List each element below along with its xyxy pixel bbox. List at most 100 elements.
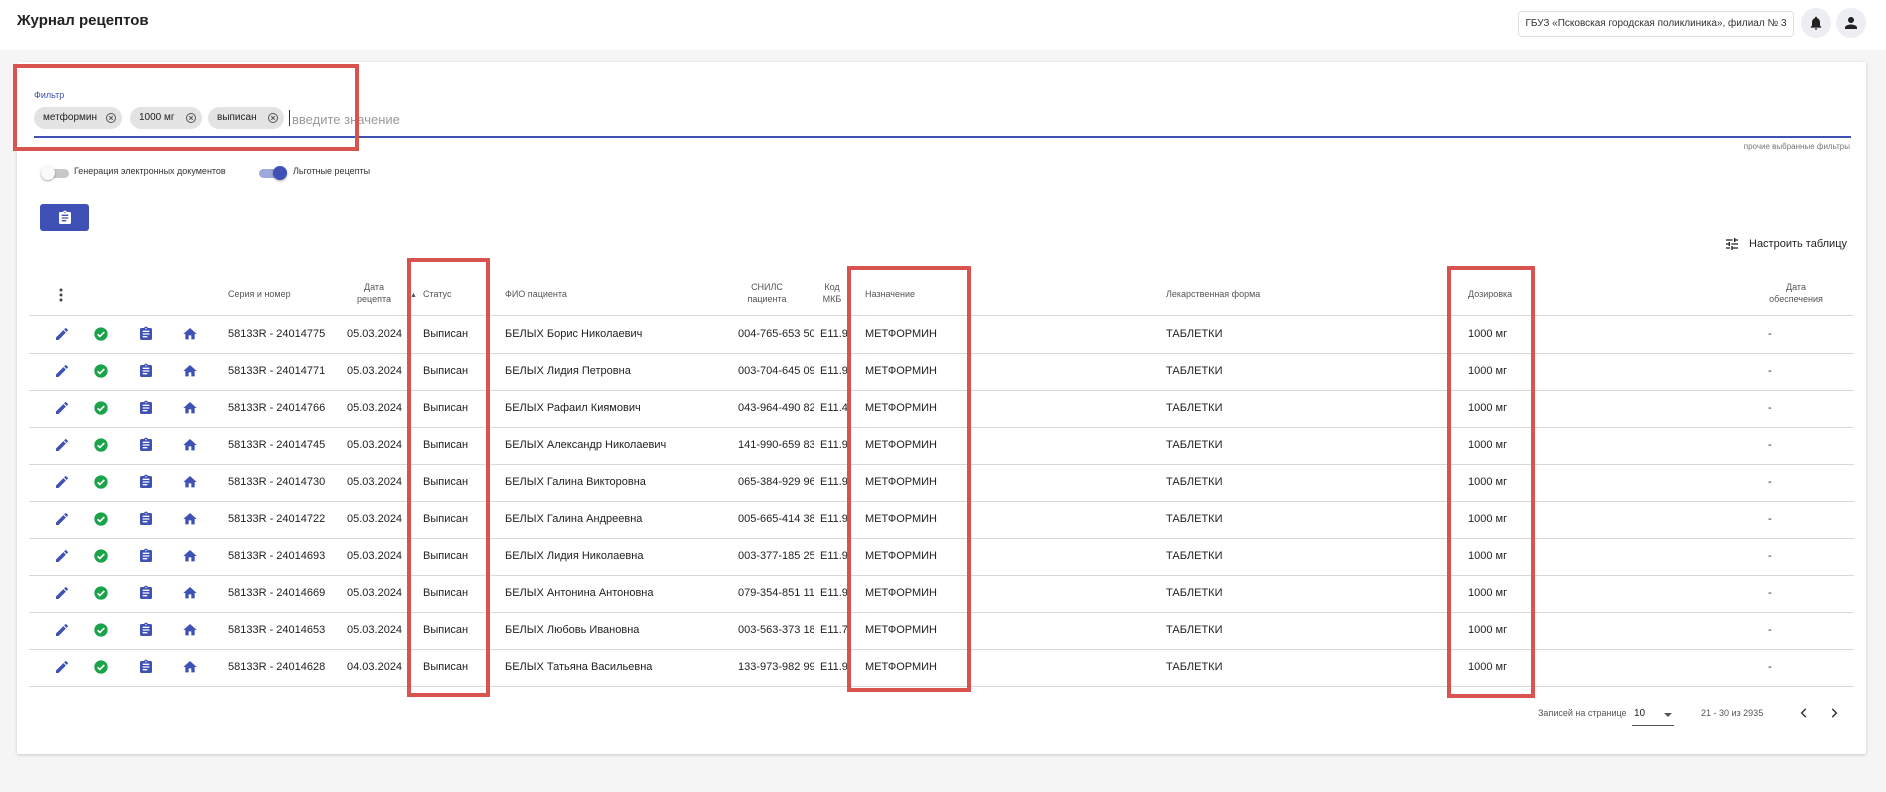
next-page-button[interactable] — [1823, 702, 1845, 724]
home-icon[interactable] — [182, 437, 198, 453]
cell-date: 05.03.2024 — [347, 439, 403, 451]
home-icon[interactable] — [182, 548, 198, 564]
home-icon[interactable] — [182, 585, 198, 601]
check-circle-icon[interactable] — [93, 622, 109, 638]
edit-icon[interactable] — [54, 548, 70, 564]
remove-chip-icon[interactable] — [185, 112, 197, 124]
cell-drug: МЕТФОРМИН — [865, 402, 937, 414]
edit-icon[interactable] — [54, 326, 70, 342]
filter-chip[interactable]: 1000 мг — [130, 107, 202, 129]
cell-dose: 1000 мг — [1468, 661, 1508, 673]
per-page-select[interactable]: 10 — [1632, 704, 1674, 726]
cell-series: 58133R - 24014722 — [228, 513, 326, 525]
cell-supply: - — [1768, 513, 1772, 525]
column-header-patient[interactable]: ФИО пациента — [505, 288, 567, 300]
cell-supply: - — [1768, 402, 1772, 414]
cell-dose: 1000 мг — [1468, 439, 1508, 451]
edit-icon[interactable] — [54, 437, 70, 453]
home-icon[interactable] — [182, 474, 198, 490]
remove-chip-icon[interactable] — [267, 112, 279, 124]
cell-snils: 079-354-851 11 — [738, 587, 814, 599]
filter-chip[interactable]: метформин — [34, 107, 122, 129]
cell-series: 58133R - 24014653 — [228, 624, 326, 636]
cell-supply: - — [1768, 661, 1772, 673]
page-range: 21 - 30 из 2935 — [1701, 708, 1764, 718]
clipboard-icon[interactable] — [138, 400, 154, 416]
edit-icon[interactable] — [54, 363, 70, 379]
home-icon[interactable] — [182, 326, 198, 342]
clipboard-icon[interactable] — [138, 437, 154, 453]
cell-mkb: E11.9 — [820, 439, 847, 451]
home-icon[interactable] — [182, 659, 198, 675]
cell-series: 58133R - 24014775 — [228, 328, 326, 340]
cell-series: 58133R - 24014766 — [228, 402, 326, 414]
clipboard-icon[interactable] — [138, 511, 154, 527]
organization-selector[interactable]: ГБУЗ «Псковская городская поликлиника», … — [1518, 11, 1794, 37]
cell-form: ТАБЛЕТКИ — [1166, 365, 1223, 377]
column-header-dose[interactable]: Дозировка — [1468, 288, 1512, 300]
preferential-recipes-toggle[interactable] — [259, 166, 287, 180]
cell-snils: 005-665-414 38 — [738, 513, 814, 525]
edit-icon[interactable] — [54, 474, 70, 490]
home-icon[interactable] — [182, 622, 198, 638]
home-icon[interactable] — [182, 400, 198, 416]
cell-supply: - — [1768, 624, 1772, 636]
home-icon[interactable] — [182, 511, 198, 527]
other-filters-hint[interactable]: прочие выбранные фильтры — [1744, 142, 1850, 151]
clipboard-icon[interactable] — [138, 548, 154, 564]
filter-input[interactable] — [290, 110, 590, 128]
clipboard-icon[interactable] — [138, 326, 154, 342]
clipboard-icon[interactable] — [138, 585, 154, 601]
edit-icon[interactable] — [54, 585, 70, 601]
cell-snils: 065-384-929 96 — [738, 476, 814, 488]
cell-dose: 1000 мг — [1468, 624, 1508, 636]
column-header-series[interactable]: Серия и номер — [228, 288, 291, 300]
chevron-right-icon — [1831, 708, 1838, 718]
edit-icon[interactable] — [54, 622, 70, 638]
clipboard-icon[interactable] — [138, 659, 154, 675]
column-header-snils[interactable]: СНИЛС пациента — [742, 281, 792, 305]
user-icon — [1845, 17, 1857, 29]
check-circle-icon[interactable] — [93, 548, 109, 564]
edit-icon[interactable] — [54, 511, 70, 527]
notifications-button[interactable] — [1801, 8, 1831, 38]
check-circle-icon[interactable] — [93, 511, 109, 527]
cell-dose: 1000 мг — [1468, 513, 1508, 525]
check-circle-icon[interactable] — [93, 585, 109, 601]
filter-chip[interactable]: выписан — [208, 107, 284, 129]
clipboard-icon[interactable] — [138, 622, 154, 638]
previous-page-button[interactable] — [1793, 702, 1815, 724]
documents-button[interactable] — [40, 204, 89, 231]
cell-form: ТАБЛЕТКИ — [1166, 624, 1223, 636]
check-circle-icon[interactable] — [93, 474, 109, 490]
cell-series: 58133R - 24014730 — [228, 476, 326, 488]
check-circle-icon[interactable] — [93, 363, 109, 379]
column-header-form[interactable]: Лекарственная форма — [1166, 288, 1260, 300]
electronic-docs-toggle[interactable] — [41, 166, 69, 180]
cell-supply: - — [1768, 476, 1772, 488]
cell-date: 05.03.2024 — [347, 476, 403, 488]
home-icon[interactable] — [182, 363, 198, 379]
remove-chip-icon[interactable] — [105, 112, 117, 124]
cell-form: ТАБЛЕТКИ — [1166, 328, 1223, 340]
column-header-mkb[interactable]: Код МКБ — [818, 281, 846, 305]
edit-icon[interactable] — [54, 400, 70, 416]
column-header-drug[interactable]: Назначение — [865, 288, 915, 300]
column-menu-icon[interactable] — [55, 287, 67, 303]
cell-date: 05.03.2024 — [347, 402, 403, 414]
column-header-supply[interactable]: Дата обеспечения — [1762, 281, 1830, 305]
check-circle-icon[interactable] — [93, 659, 109, 675]
configure-table-button[interactable]: Настроить таблицу — [1724, 236, 1847, 252]
clipboard-icon[interactable] — [138, 474, 154, 490]
column-header-status[interactable]: Статус — [423, 288, 451, 300]
profile-button[interactable] — [1836, 8, 1866, 38]
check-circle-icon[interactable] — [93, 400, 109, 416]
cell-snils: 003-377-185 25 — [738, 550, 814, 562]
column-header-supply-line2: обеспечения — [1769, 294, 1823, 304]
clipboard-icon[interactable] — [138, 363, 154, 379]
column-header-date-line1: Дата — [364, 282, 384, 292]
column-header-date[interactable]: Дата рецепта — [352, 281, 396, 305]
check-circle-icon[interactable] — [93, 326, 109, 342]
check-circle-icon[interactable] — [93, 437, 109, 453]
edit-icon[interactable] — [54, 659, 70, 675]
